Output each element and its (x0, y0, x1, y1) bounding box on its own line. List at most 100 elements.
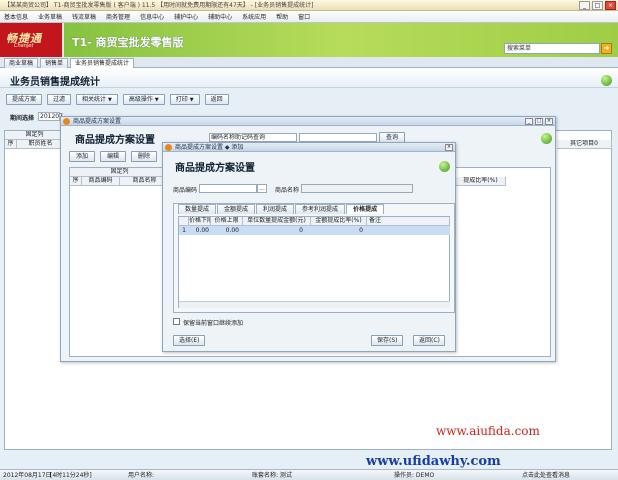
grid-header-price-upper: 价格上限 (211, 217, 243, 226)
menu-item-maintenance[interactable]: 辅护中心 (174, 12, 198, 21)
grid-header-index: 序 (70, 177, 82, 186)
menu-item-help[interactable]: 帮助 (276, 12, 288, 21)
table-row[interactable]: 1 0.00 0.00 0 0 (179, 226, 450, 235)
close-button[interactable]: × (605, 1, 616, 10)
menu-search-input[interactable]: 搜索菜单 (504, 43, 600, 54)
row-index: 1 (182, 227, 186, 234)
grid-header-amount-rate: 金额提成比率(%) (311, 217, 367, 226)
grid-header-product-code: 商品编码 (82, 177, 120, 186)
period-input[interactable]: 201207 (38, 112, 63, 121)
product-name: T1- 商贸宝批发零售版 (72, 36, 184, 49)
status-account: 账套名称: 测试 (252, 472, 292, 479)
return-button[interactable]: 返回 (204, 93, 229, 105)
edit-button[interactable]: 编辑 (100, 151, 126, 162)
add-button[interactable]: 添加 (69, 151, 95, 162)
close-button[interactable]: × (545, 118, 553, 125)
tab-profit-commission[interactable]: 利润提成 (256, 204, 295, 214)
search-mode-value: 编码名称助记码查询 (211, 134, 266, 141)
menu-item-system[interactable]: 系统应用 (242, 12, 266, 21)
row-price-upper[interactable]: 0.00 (211, 226, 239, 235)
add-scheme-heading: 商品提成方案设置 (175, 163, 255, 174)
menu-item-business[interactable]: 商务管理 (106, 12, 130, 21)
delete-button[interactable]: 删除 (131, 151, 157, 162)
grid-header-staff-name: 职员姓名 (17, 140, 65, 149)
menu-item-info[interactable]: 信息中心 (140, 12, 164, 21)
grid-header-remark: 备注 (367, 217, 450, 226)
scheme-list-toolbar: 添加 编辑 删除 (69, 151, 157, 162)
print-label: 打印 (175, 95, 188, 103)
row-amount-rate[interactable]: 0 (311, 226, 363, 235)
keep-window-label: 保留当前窗口继续添加 (183, 320, 244, 327)
add-scheme-titlebar: 商品提成方案设置 ◆ 添加 (163, 143, 455, 152)
grid-header-other: 其它项目0 (557, 140, 612, 149)
close-button[interactable]: × (445, 144, 453, 151)
tab-sales-order[interactable]: 销售单 (40, 58, 69, 68)
related-stats-label: 相关统计 (82, 95, 107, 103)
commission-scheme-button[interactable]: 提成方案 (6, 93, 43, 105)
watermark-aiufida: www.aiufida.com (436, 424, 540, 438)
grid-header-unit-amount: 单位数量提成金额(元) (243, 217, 311, 226)
maximize-button[interactable]: □ (592, 1, 603, 10)
window-controls: _ □ × (579, 1, 616, 10)
tab-salesman-commission[interactable]: 业务员销售提成统计 (70, 58, 135, 68)
price-commission-grid: 价格下限 价格上限 单位数量提成金额(元) 金额提成比率(%) 备注 1 0.0… (178, 216, 450, 308)
keep-window-checkbox[interactable] (173, 318, 180, 325)
status-message-link[interactable]: 点击此处查看消息 (522, 470, 570, 480)
maximize-button[interactable]: □ (535, 118, 543, 125)
tab-price-commission[interactable]: 价格提成 (346, 204, 385, 214)
tab-quantity-commission[interactable]: 数量提成 (178, 204, 217, 214)
save-button[interactable]: 保存(S) (371, 335, 403, 346)
related-stats-button[interactable]: 相关统计 ▼ (76, 93, 118, 105)
add-scheme-dialog: 商品提成方案设置 ◆ 添加 × 商品提成方案设置 商品编码 ... 商品名称 数… (162, 142, 456, 352)
document-tabs: 商业草稿 销售单 业务员销售提成统计 (0, 57, 618, 68)
status-date: 2012年08月17日 (3, 472, 52, 479)
status-time: [4时11分24秒] (50, 472, 92, 479)
minimize-button[interactable]: _ (579, 1, 590, 10)
menu-item-cash[interactable]: 钱流草稿 (72, 12, 96, 21)
grid-header-commission-rate: 提成比率(%) (456, 177, 506, 186)
grid-header-index (179, 217, 189, 226)
menu-item-drafts[interactable]: 业务草稿 (38, 12, 62, 21)
window-title: 【某某商贸公司】 T1-商贸宝批发零售版 ( 客户端 ) 11.5 【用时间就免… (4, 2, 314, 9)
minimize-button[interactable]: _ (525, 118, 533, 125)
product-code-browse-button[interactable]: ... (257, 184, 267, 193)
product-code-input[interactable] (199, 184, 257, 193)
status-operator: 操作员: DEMO (394, 472, 435, 479)
grid-header-fixed: 固定列 (5, 131, 65, 140)
search-mode-select[interactable]: 编码名称助记码查询 (209, 133, 297, 142)
main-toolbar: 提成方案 过滤 相关统计 ▼ 高级操作 ▼ 打印 ▼ 返回 (0, 91, 618, 107)
scheme-list-titlebar: 商品提成方案设置 (61, 117, 555, 126)
search-icon[interactable]: ➜ (601, 43, 612, 54)
grid-header-price-lower: 价格下限 (189, 217, 211, 226)
status-bar: 2012年08月17日 [4时11分24秒] 用户名称: 账套名称: 测试 操作… (0, 469, 618, 480)
menu-item-assist[interactable]: 辅助中心 (208, 12, 232, 21)
status-orb-icon (601, 75, 612, 86)
menu-item-basic[interactable]: 基本信息 (4, 12, 28, 21)
help-button[interactable]: 选择(E) (173, 335, 205, 346)
menu-item-window[interactable]: 窗口 (298, 12, 310, 21)
commission-type-tabs: 数量提成 金额提成 利润提成 参考利润提成 价格提成 (178, 204, 385, 214)
filter-button[interactable]: 过滤 (47, 93, 72, 105)
chevron-down-icon: ▼ (108, 96, 112, 103)
grid-header-fixed: 固定列 (70, 168, 170, 177)
row-unit-amount[interactable]: 0 (243, 226, 303, 235)
status-orb-icon (541, 133, 552, 144)
window-title-bar: 【某某商贸公司】 T1-商贸宝批发零售版 ( 客户端 ) 11.5 【用时间就免… (0, 0, 618, 11)
tab-amount-commission[interactable]: 金额提成 (217, 204, 256, 214)
horizontal-scrollbar[interactable] (179, 301, 450, 308)
cancel-button[interactable]: 返回(C) (413, 335, 445, 346)
tab-drafts[interactable]: 商业草稿 (4, 58, 39, 68)
add-scheme-title: 商品提成方案设置 ◆ 添加 (175, 144, 244, 151)
row-price-lower[interactable]: 0.00 (189, 226, 209, 235)
watermark-ufidawhy: www.ufidawhy.com (366, 454, 501, 469)
product-name-input[interactable] (301, 184, 413, 193)
print-button[interactable]: 打印 ▼ (169, 93, 200, 105)
advanced-ops-button[interactable]: 高级操作 ▼ (122, 93, 165, 105)
search-input[interactable] (299, 133, 377, 142)
product-code-label: 商品编码 (173, 187, 198, 194)
grid-header-index: 序 (5, 140, 17, 149)
scheme-list-heading: 商品提成方案设置 (75, 135, 155, 146)
tab-ref-profit-commission[interactable]: 参考利润提成 (295, 204, 346, 214)
status-user: 用户名称: (128, 472, 155, 479)
period-label: 期间选择 (10, 115, 35, 122)
